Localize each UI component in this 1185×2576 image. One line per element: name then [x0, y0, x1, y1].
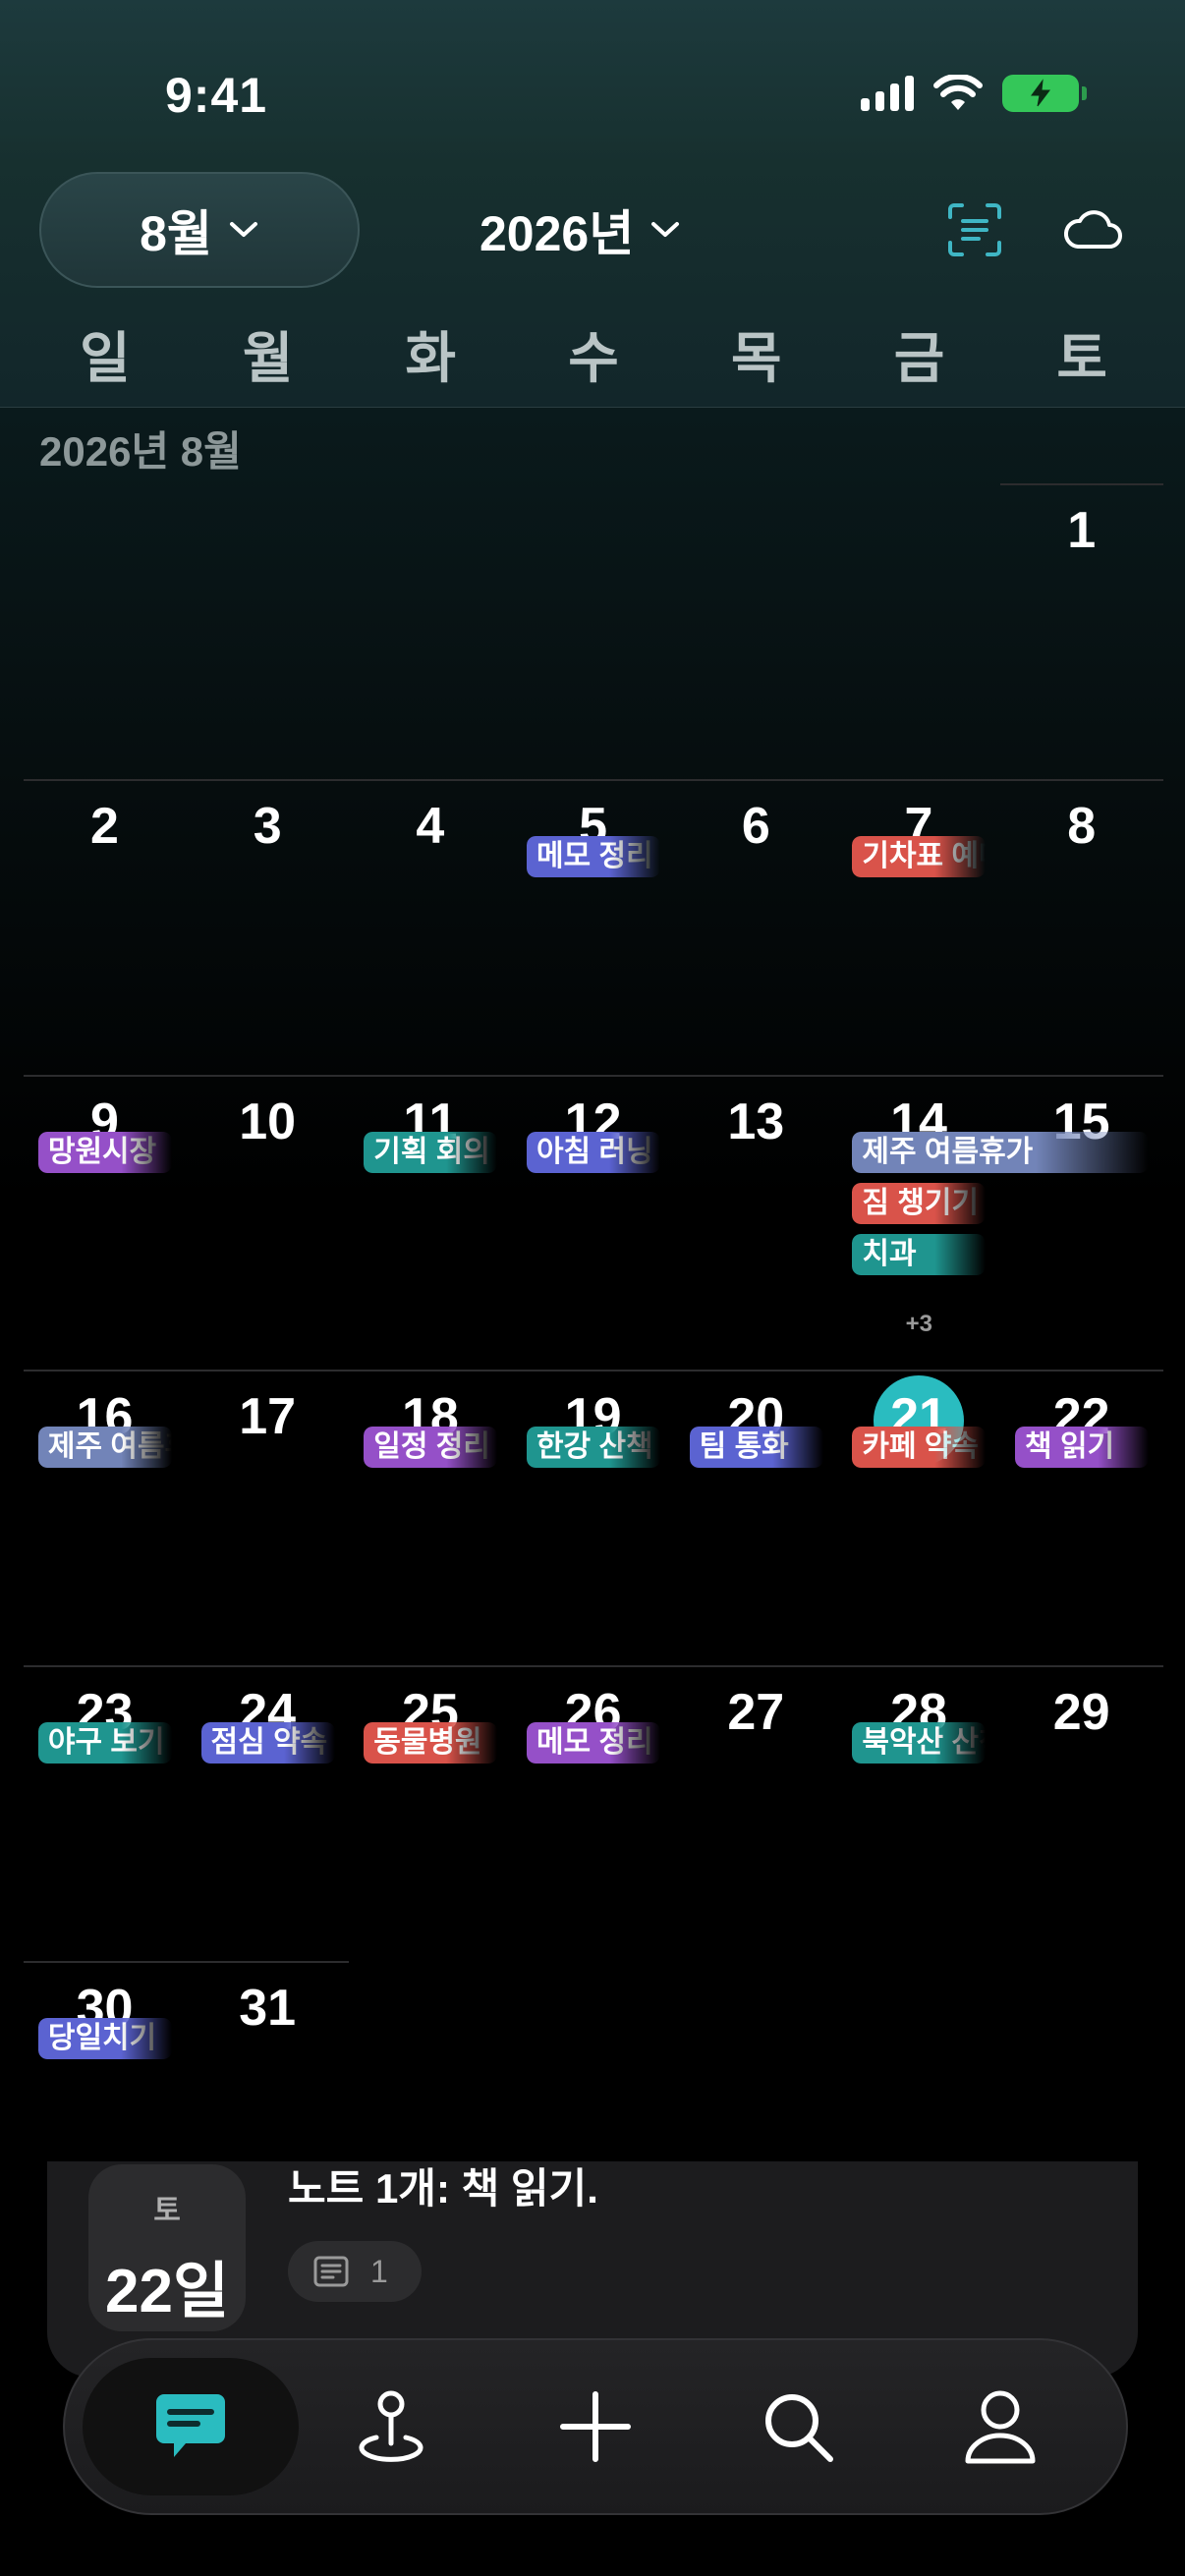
weekday-tue: 화	[405, 327, 457, 389]
chat-icon	[156, 2394, 225, 2457]
month-picker-button[interactable]: 8월	[39, 172, 360, 288]
event-chip[interactable]: 제주 여름휴가	[37, 1427, 172, 1469]
month-picker-label: 8월	[140, 206, 212, 261]
month-section-label: 2026년 8월	[39, 428, 242, 475]
status-time: 9:41	[165, 68, 268, 123]
tab-places[interactable]	[308, 2358, 475, 2495]
day-cell-6[interactable]: 6	[675, 797, 837, 856]
plus-icon	[560, 2391, 631, 2462]
battery-charging-icon	[1002, 75, 1087, 112]
day-cell-13[interactable]: 13	[675, 1092, 837, 1151]
event-chip[interactable]: 기차표 예매	[852, 835, 987, 877]
calendar-background	[0, 408, 1185, 2176]
wifi-icon	[933, 75, 983, 110]
day-cell-1[interactable]: 1	[1000, 501, 1162, 560]
week-separator	[24, 1961, 350, 1963]
event-chip[interactable]: 제주 여름휴가	[852, 1131, 1150, 1173]
event-chip[interactable]: 야구 보기	[37, 1722, 172, 1764]
weekday-wed: 수	[568, 327, 619, 389]
status-icons	[861, 75, 1087, 112]
cellular-signal-icon	[861, 76, 914, 111]
weekday-thu: 목	[730, 327, 782, 389]
event-chip[interactable]: 망원시장	[37, 1131, 172, 1173]
note-count-pill[interactable]: 1	[288, 2241, 422, 2302]
event-chip[interactable]: 기획 회의	[364, 1131, 498, 1173]
event-chip[interactable]: 북악산 산책	[852, 1722, 987, 1764]
weekday-sat: 토	[1056, 327, 1107, 389]
tab-profile[interactable]	[917, 2358, 1084, 2495]
event-chip[interactable]: 짐 챙기기	[852, 1182, 987, 1224]
document-scan-icon	[948, 203, 1001, 256]
week-separator	[1000, 483, 1163, 485]
profile-icon	[965, 2390, 1036, 2464]
event-chip[interactable]: 책 읽기	[1015, 1427, 1150, 1469]
day-cell-10[interactable]: 10	[187, 1092, 349, 1151]
day-cell-27[interactable]: 27	[675, 1683, 837, 1742]
cloud-icon	[1064, 210, 1122, 249]
event-chip[interactable]: 팀 통화	[689, 1427, 823, 1469]
day-cell-29[interactable]: 29	[1000, 1683, 1162, 1742]
more-events-badge[interactable]: +3	[852, 1311, 986, 1338]
day-cell-4[interactable]: 4	[349, 797, 511, 856]
event-chip[interactable]: 일정 정리	[364, 1427, 498, 1469]
day-cell-8[interactable]: 8	[1000, 797, 1162, 856]
year-picker-label: 2026년	[480, 206, 635, 261]
event-chip[interactable]: 메모 정리	[526, 1722, 660, 1764]
weekday-header: 일 월 화 수 목 금 토	[24, 314, 1163, 403]
event-chip[interactable]: 아침 러닝	[526, 1131, 660, 1173]
day-cell-2[interactable]: 2	[24, 797, 186, 856]
weekday-sun: 일	[80, 327, 131, 389]
tab-add[interactable]	[512, 2358, 679, 2495]
day-cell-17[interactable]: 17	[187, 1387, 349, 1446]
note-summary: 노트 1개: 책 읽기.	[288, 2165, 598, 2212]
note-icon	[313, 2256, 349, 2287]
search-icon	[765, 2394, 833, 2462]
chevron-down-icon	[651, 222, 680, 237]
cloud-sync-button[interactable]	[1055, 193, 1130, 267]
document-scan-button[interactable]	[937, 193, 1012, 267]
event-chip[interactable]: 점심 약속	[200, 1722, 335, 1764]
event-chip[interactable]: 당일치기	[37, 2018, 172, 2059]
year-picker-button[interactable]: 2026년	[480, 172, 681, 288]
event-chip[interactable]: 동물병원	[364, 1722, 498, 1764]
week-separator	[24, 1370, 1163, 1372]
weekday-fri: 금	[893, 327, 945, 389]
day-cell-31[interactable]: 31	[187, 1979, 349, 2038]
weekday-mon: 월	[242, 327, 294, 389]
week-separator	[24, 1074, 1163, 1077]
event-chip[interactable]: 한강 산책	[526, 1427, 660, 1469]
selected-weekday: 토	[153, 2195, 181, 2227]
tab-notes[interactable]	[83, 2358, 299, 2495]
map-pin-icon	[359, 2390, 423, 2462]
chevron-down-icon	[229, 222, 257, 237]
week-separator	[24, 778, 1163, 781]
selected-day-number: 22일	[104, 2258, 229, 2325]
tab-search[interactable]	[714, 2358, 881, 2495]
event-chip[interactable]: 카페 약속	[852, 1427, 987, 1469]
event-chip[interactable]: 메모 정리	[526, 835, 660, 877]
event-chip[interactable]: 치과	[852, 1233, 987, 1275]
day-cell-3[interactable]: 3	[187, 797, 349, 856]
note-count: 1	[370, 2253, 388, 2289]
week-separator	[24, 1665, 1163, 1668]
selected-date-chip: 토 22일	[88, 2164, 246, 2331]
